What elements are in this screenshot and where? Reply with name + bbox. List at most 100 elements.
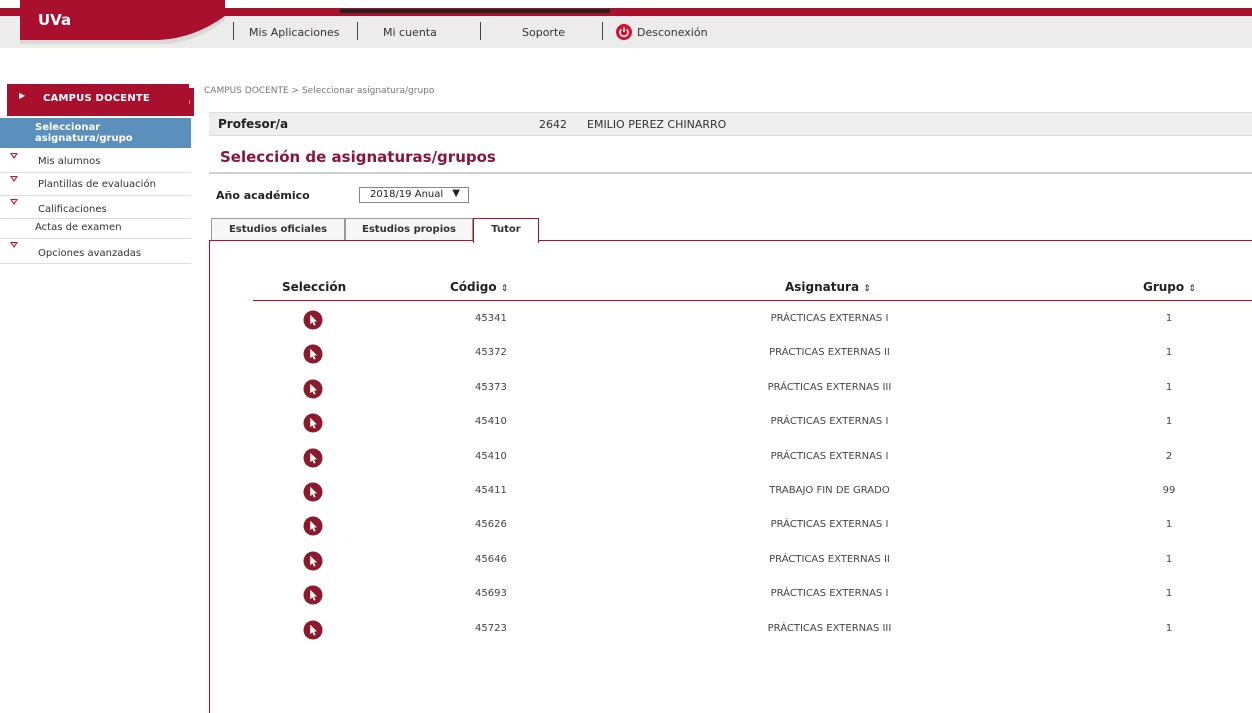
sidebar-title: CAMPUS DOCENTE — [43, 93, 150, 104]
cursor-select-icon[interactable] — [303, 516, 323, 536]
table-row: 45410 PRÁCTICAS EXTERNAS I 1 — [253, 407, 1252, 441]
sidebar-item-label: Opciones avanzadas — [38, 248, 142, 259]
table-row: 45723 PRÁCTICAS EXTERNAS III 1 — [253, 614, 1252, 648]
table-row: 45646 PRÁCTICAS EXTERNAS II 1 — [253, 545, 1252, 579]
academic-year-label: Año académico — [216, 189, 310, 202]
tab-estudios-propios[interactable]: Estudios propios — [345, 218, 473, 241]
profesor-name: EMILIO PEREZ CHINARRO — [587, 118, 727, 131]
sidebar-item-label: Plantillas de evaluación — [38, 179, 156, 190]
cell-subject: PRÁCTICAS EXTERNAS II — [769, 347, 890, 358]
cell-group: 1 — [1165, 416, 1173, 427]
cell-code: 45410 — [475, 416, 507, 427]
dropdown-arrow-icon: ▼ — [452, 188, 460, 199]
sidebar-item-label: Calificaciones — [38, 204, 107, 215]
cell-subject: PRÁCTICAS EXTERNAS I — [770, 313, 889, 324]
sort-icon[interactable]: ⇕ — [501, 284, 509, 294]
column-header-grupo[interactable]: Grupo ⇕ — [1143, 280, 1196, 294]
cursor-select-icon[interactable] — [303, 310, 323, 330]
menu-separator — [357, 22, 358, 40]
cell-code: 45693 — [475, 588, 507, 599]
cell-group: 1 — [1165, 519, 1173, 530]
table-row: 45410 PRÁCTICAS EXTERNAS I 2 — [253, 442, 1252, 476]
tab-estudios-oficiales[interactable]: Estudios oficiales — [211, 218, 345, 241]
menu-separator — [233, 22, 234, 40]
cell-subject: TRABAJO FIN DE GRADO — [769, 485, 890, 496]
menu-desconexion[interactable]: Desconexión — [637, 26, 708, 39]
cell-group: 1 — [1165, 588, 1173, 599]
cell-code: 45646 — [475, 554, 507, 565]
power-icon[interactable] — [616, 24, 632, 40]
sidebar-item-mis-alumnos[interactable]: Mis alumnos — [0, 150, 191, 173]
cursor-select-icon[interactable] — [303, 448, 323, 468]
menu-separator — [480, 22, 481, 40]
sidebar-item-label: Actas de examen — [35, 222, 122, 233]
sidebar-item-calificaciones[interactable]: Calificaciones — [0, 196, 191, 219]
breadcrumb: CAMPUS DOCENTE > Seleccionar asignatura/… — [204, 86, 435, 96]
cell-subject: PRÁCTICAS EXTERNAS III — [767, 382, 892, 393]
logo-shape — [20, 0, 225, 44]
tab-baseline — [209, 240, 1252, 241]
cursor-select-icon[interactable] — [303, 620, 323, 640]
page-title: Selección de asignaturas/grupos — [220, 148, 496, 166]
profesor-label: Profesor/a — [218, 117, 289, 131]
table-row: 45372 PRÁCTICAS EXTERNAS II 1 — [253, 338, 1252, 372]
logo[interactable]: UVa — [38, 11, 71, 29]
cell-subject: PRÁCTICAS EXTERNAS II — [769, 554, 890, 565]
column-header-seleccion: Selección — [282, 280, 347, 294]
cell-code: 45372 — [475, 347, 507, 358]
profesor-bar: Profesor/a 2642 EMILIO PEREZ CHINARRO — [209, 112, 1252, 136]
table-row: 45411 TRABAJO FIN DE GRADO 99 — [253, 476, 1252, 510]
tab-tutor[interactable]: Tutor — [473, 218, 539, 243]
menu-mis-aplicaciones[interactable]: Mis Aplicaciones — [249, 26, 340, 39]
table-row: 45626 PRÁCTICAS EXTERNAS I 1 — [253, 510, 1252, 544]
sidebar-item-seleccionar[interactable]: Seleccionar asignatura/grupo — [0, 118, 191, 148]
cell-code: 45341 — [475, 313, 507, 324]
cell-code: 45626 — [475, 519, 507, 530]
sort-icon[interactable]: ⇕ — [863, 284, 871, 294]
sort-icon[interactable]: ⇕ — [1188, 284, 1196, 294]
tab-label: Tutor — [491, 224, 521, 235]
cell-subject: PRÁCTICAS EXTERNAS I — [770, 519, 889, 530]
cursor-select-icon[interactable] — [303, 585, 323, 605]
cell-group: 1 — [1165, 623, 1173, 634]
tab-label: Estudios oficiales — [228, 224, 328, 235]
cursor-select-icon[interactable] — [303, 482, 323, 502]
column-header-codigo[interactable]: Código ⇕ — [450, 280, 508, 294]
cell-code: 45723 — [475, 623, 507, 634]
academic-year-select[interactable]: 2018/19 Anual ▼ — [359, 187, 469, 203]
table-row: 45373 PRÁCTICAS EXTERNAS III 1 — [253, 373, 1252, 407]
academic-year-value: 2018/19 Anual — [370, 189, 444, 200]
cell-group: 2 — [1165, 451, 1173, 462]
cell-subject: PRÁCTICAS EXTERNAS I — [770, 588, 889, 599]
chevron-right-icon: ▶ — [19, 91, 26, 100]
cell-subject: PRÁCTICAS EXTERNAS I — [770, 416, 889, 427]
panel-border — [209, 240, 210, 713]
menu-soporte[interactable]: Soporte — [522, 26, 565, 39]
cell-group: 99 — [1162, 485, 1176, 496]
menu-separator — [602, 22, 603, 40]
cursor-select-icon[interactable] — [303, 344, 323, 364]
cell-code: 45373 — [475, 382, 507, 393]
cell-group: 1 — [1165, 347, 1173, 358]
table-row: 45341 PRÁCTICAS EXTERNAS I 1 — [253, 304, 1252, 338]
cell-subject: PRÁCTICAS EXTERNAS III — [767, 623, 892, 634]
cell-code: 45411 — [475, 485, 507, 496]
cell-group: 1 — [1165, 554, 1173, 565]
sidebar-notch — [184, 88, 194, 116]
cursor-select-icon[interactable] — [303, 413, 323, 433]
column-header-asignatura[interactable]: Asignatura ⇕ — [785, 280, 871, 294]
cursor-select-icon[interactable] — [303, 551, 323, 571]
divider — [209, 172, 1252, 174]
top-header: UVa Mis Aplicaciones Mi cuenta Soporte D… — [0, 0, 1252, 54]
sidebar-item-actas[interactable]: Actas de examen — [0, 219, 191, 239]
tab-label: Estudios propios — [362, 224, 456, 235]
sidebar-header[interactable]: ▶ CAMPUS DOCENTE — [7, 84, 189, 116]
sidebar-item-plantillas[interactable]: Plantillas de evaluación — [0, 173, 191, 196]
menu-mi-cuenta[interactable]: Mi cuenta — [383, 26, 437, 39]
sidebar-item-label: Seleccionar asignatura/grupo — [35, 122, 133, 144]
cell-subject: PRÁCTICAS EXTERNAS I — [770, 451, 889, 462]
table-row: 45693 PRÁCTICAS EXTERNAS I 1 — [253, 579, 1252, 613]
cursor-select-icon[interactable] — [303, 379, 323, 399]
header-rule — [253, 300, 1252, 301]
sidebar-item-opciones-avanzadas[interactable]: Opciones avanzadas — [0, 239, 191, 264]
